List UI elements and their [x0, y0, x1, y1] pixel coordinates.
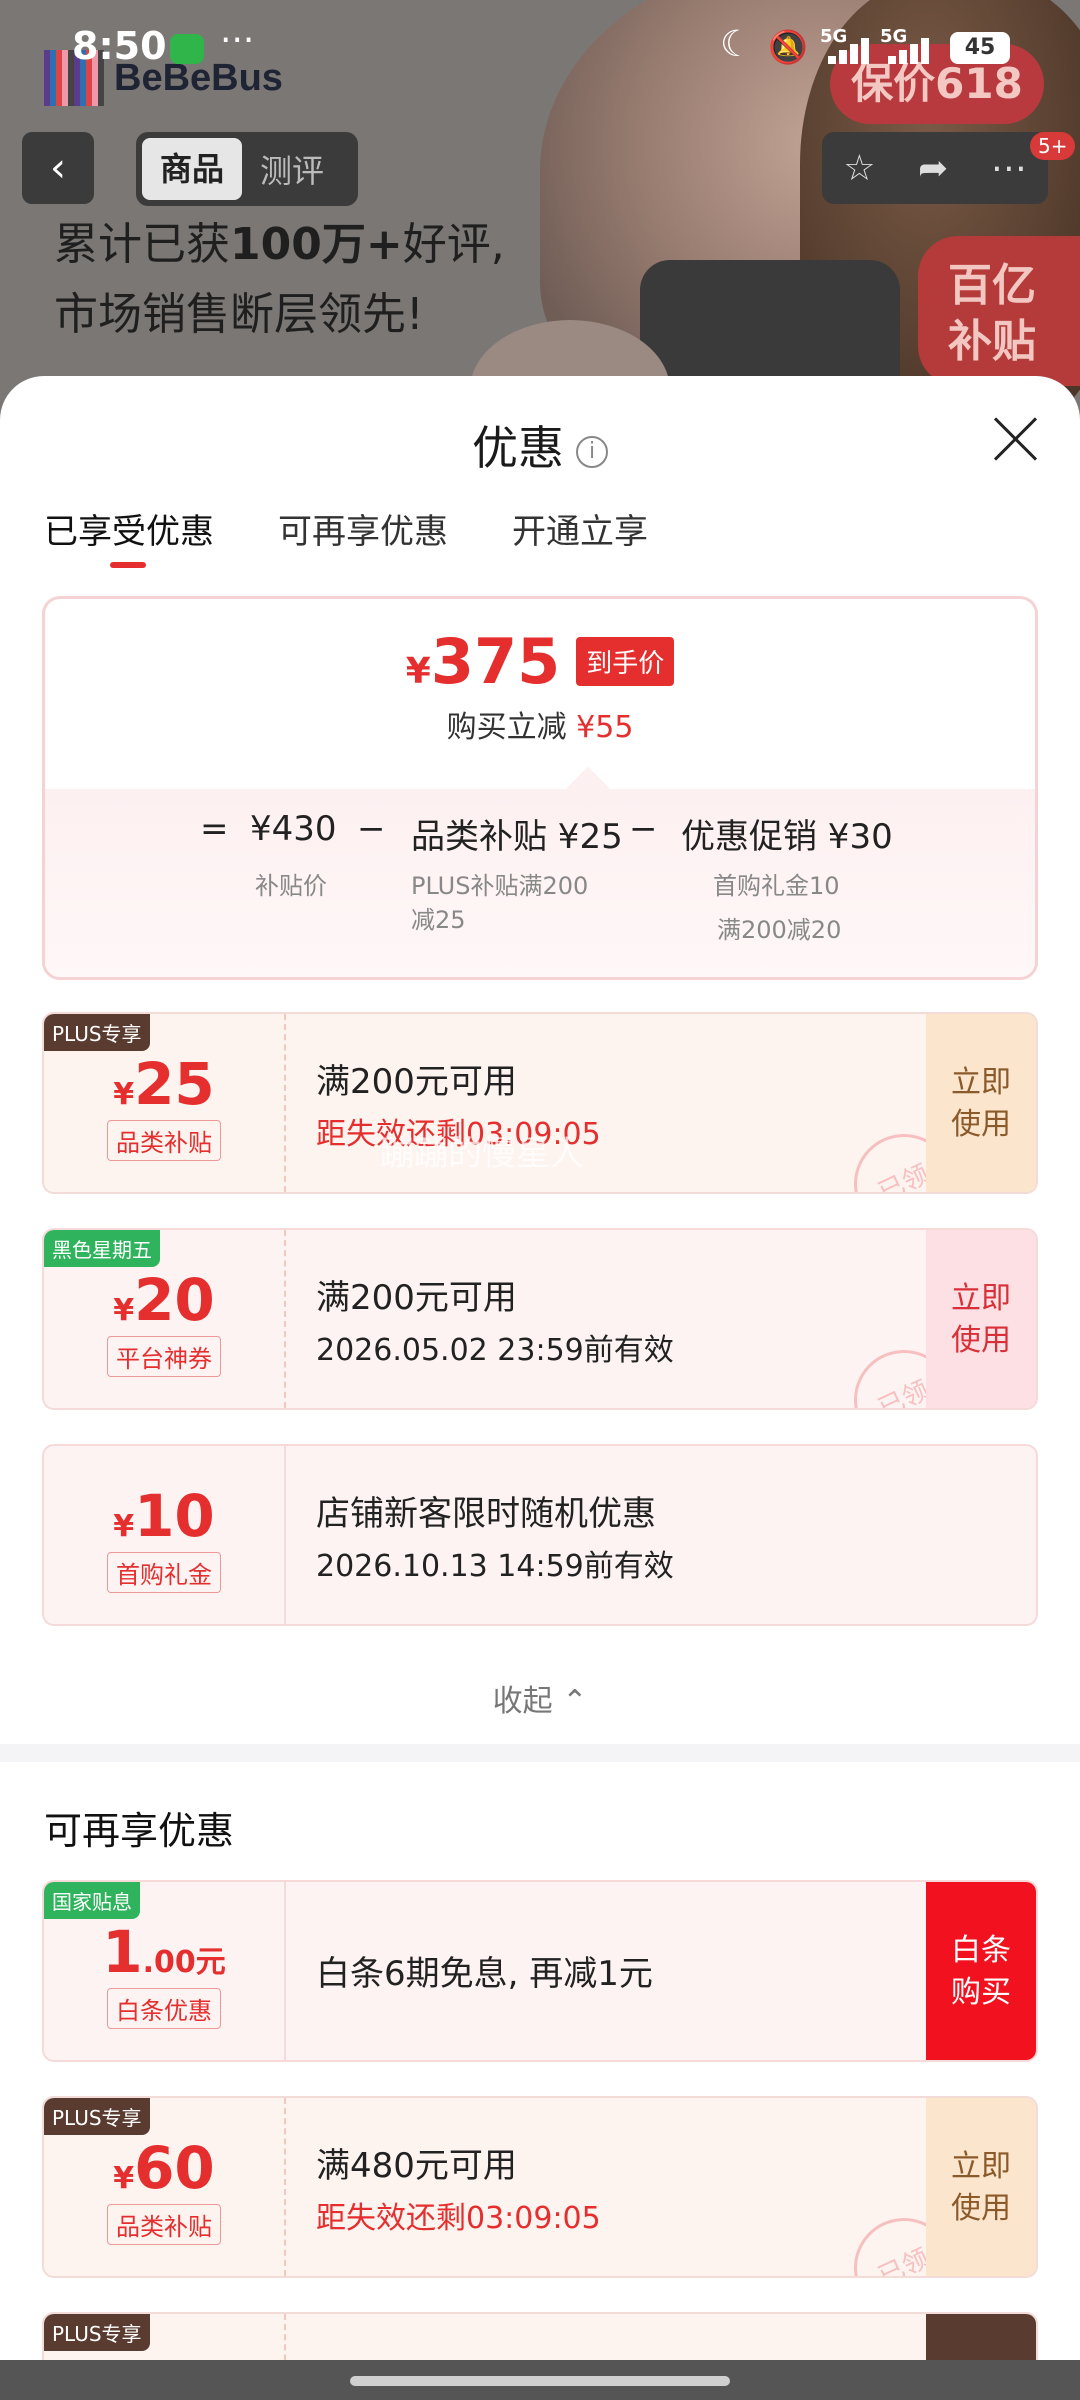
- share-icon[interactable]: ➦: [918, 148, 948, 189]
- top-actions: ☆ ➦ ⋯: [822, 132, 1048, 204]
- promotion: 优惠促销 ¥30: [681, 817, 893, 857]
- price-summary: ¥375 到手价 购买立减 ¥55 = ¥430 补贴价 − 品类补贴 ¥25 …: [42, 596, 1038, 980]
- home-indicator[interactable]: [0, 2360, 1080, 2400]
- sheet-title: 优惠 i: [0, 412, 1080, 478]
- moon-icon: ☾: [720, 24, 753, 65]
- use-now-button[interactable]: [926, 2314, 1036, 2366]
- signal-icon: [888, 36, 932, 64]
- promo-headline: 累计已获100万+好评, 市场销售断层领先!: [54, 219, 505, 340]
- star-icon[interactable]: ☆: [843, 148, 875, 189]
- tab-activate[interactable]: 开通立享: [512, 504, 648, 553]
- discount-tabs: 已享受优惠 可再享优惠 开通立享: [44, 504, 648, 568]
- final-price-tag: 到手价: [576, 637, 675, 686]
- page-segment-control[interactable]: 商品 测评: [136, 132, 358, 206]
- use-now-button[interactable]: 立即 使用: [926, 1230, 1036, 1408]
- coupon-card: PLUS专享 ¥60 品类补贴 满480元可用 距失效还剩03:09:05 已领…: [42, 2096, 1038, 2278]
- tab-review[interactable]: 测评: [242, 146, 342, 192]
- base-price: ¥430: [250, 809, 337, 849]
- tab-more-available[interactable]: 可再享优惠: [278, 504, 448, 553]
- mute-icon: 🔕: [768, 28, 808, 66]
- more-icon[interactable]: ⋯: [991, 148, 1027, 189]
- coupon-card: 黑色星期五 ¥20 平台神券 满200元可用 2026.05.02 23:59前…: [42, 1228, 1038, 1410]
- message-badge: 5+: [1030, 132, 1076, 160]
- reduction-line: 购买立减 ¥55: [446, 710, 634, 745]
- coupon-card: 国家贴息 1.00元 白条优惠 白条6期免息, 再减1元 白条 购买: [42, 1880, 1038, 2062]
- section-title: 可再享优惠: [44, 1809, 235, 1853]
- status-bar: 8:50 ··· ☾ 🔕 5G 5G 45: [0, 0, 1080, 96]
- category-subsidy: 品类补贴 ¥25: [411, 817, 623, 857]
- battery-icon: 45: [950, 32, 1010, 64]
- coupon-card: PLUS专享: [42, 2312, 1038, 2366]
- wechat-icon: [170, 34, 204, 64]
- coupon-card: ¥10 首购礼金 店铺新客限时随机优惠 2026.10.13 14:59前有效: [42, 1444, 1038, 1626]
- back-button[interactable]: ‹: [22, 132, 94, 204]
- tab-product[interactable]: 商品: [142, 138, 242, 200]
- info-icon[interactable]: i: [576, 435, 608, 468]
- countdown: 距失效还剩03:09:05: [316, 2201, 601, 2236]
- use-now-button[interactable]: 立即 使用: [926, 2098, 1036, 2276]
- collapse-button[interactable]: 收起 ⌃: [0, 1676, 1080, 1720]
- watermark: 蹦蹦的慢星人: [380, 1134, 584, 1174]
- subsidy-badge: 百亿 补贴: [918, 236, 1080, 386]
- signal-icon: [828, 36, 872, 64]
- baitiao-buy-button[interactable]: 白条 购买: [926, 1882, 1036, 2060]
- discount-sheet: 优惠 i 已享受优惠 可再享优惠 开通立享 ¥375 到手价 购买立减 ¥55 =…: [0, 376, 1080, 2366]
- use-now-button[interactable]: 立即 使用: [926, 1014, 1036, 1192]
- tab-enjoyed[interactable]: 已享受优惠: [44, 504, 214, 568]
- final-price: ¥375: [405, 625, 561, 698]
- close-icon[interactable]: [990, 414, 1040, 464]
